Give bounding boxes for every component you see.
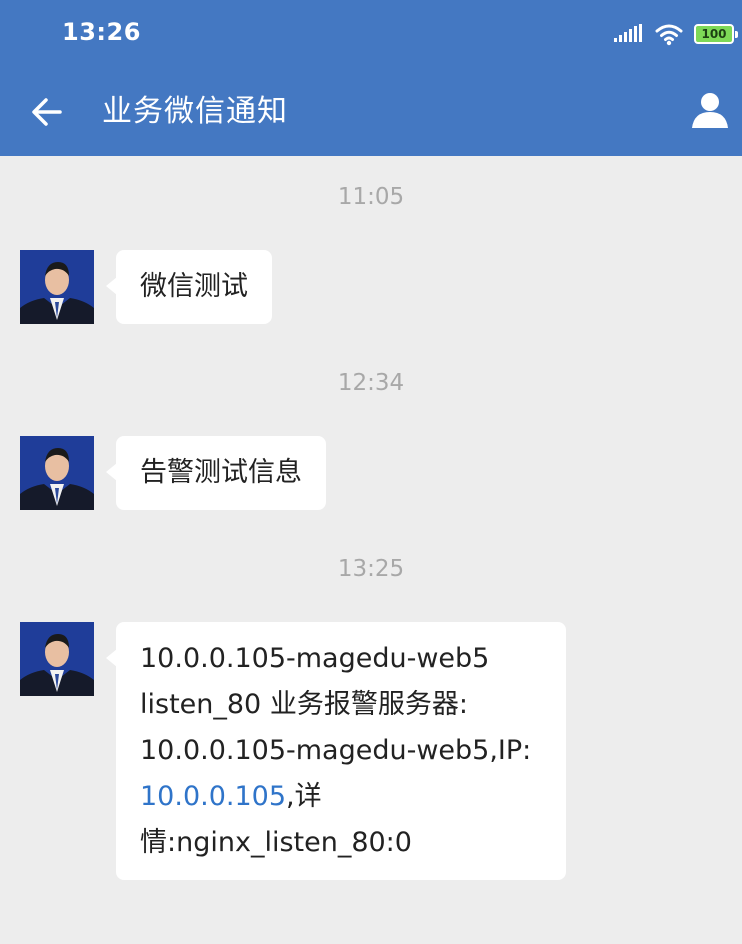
app-bar: 业务微信通知	[0, 68, 742, 156]
avatar-portrait-icon	[20, 250, 94, 324]
battery-level: 100	[701, 27, 727, 41]
profile-button[interactable]	[688, 88, 732, 132]
message-line: listen_80 业务报警服务器:	[140, 689, 468, 720]
message-text: 告警测试信息	[140, 457, 302, 488]
person-icon	[692, 93, 728, 128]
status-bar: 13:26 100	[0, 0, 742, 68]
signal-icon	[614, 24, 642, 42]
message-text: 微信测试	[140, 271, 248, 302]
arrow-left-icon	[32, 98, 62, 126]
message-timestamp: 12:34	[337, 370, 405, 396]
message-bubble[interactable]: 微信测试	[106, 250, 272, 324]
message-timestamp: 11:05	[337, 184, 405, 210]
message-line: 10.0.0.105-magedu-web5,IP:	[140, 735, 532, 766]
wifi-icon	[655, 24, 683, 46]
avatar[interactable]	[20, 436, 94, 510]
message-bubble[interactable]: 告警测试信息	[106, 436, 326, 510]
message-line: 情:nginx_listen_80:0	[140, 827, 412, 858]
status-icons: 100	[614, 20, 738, 48]
ip-link[interactable]: 10.0.0.105	[140, 781, 286, 812]
message-timestamp: 13:25	[337, 556, 405, 582]
back-button[interactable]	[26, 90, 70, 134]
message-line: 10.0.0.105-magedu-web5	[140, 643, 490, 674]
avatar[interactable]	[20, 622, 94, 696]
avatar-portrait-icon	[20, 436, 94, 510]
status-time: 13:26	[62, 18, 141, 46]
avatar-portrait-icon	[20, 622, 94, 696]
message-line-tail: ,详	[286, 781, 322, 812]
message-line: 10.0.0.105,详	[140, 774, 542, 820]
avatar[interactable]	[20, 250, 94, 324]
message-bubble[interactable]: 10.0.0.105-magedu-web5 listen_80 业务报警服务器…	[106, 622, 566, 880]
page-title: 业务微信通知	[102, 94, 288, 129]
battery-icon: 100	[694, 24, 738, 44]
